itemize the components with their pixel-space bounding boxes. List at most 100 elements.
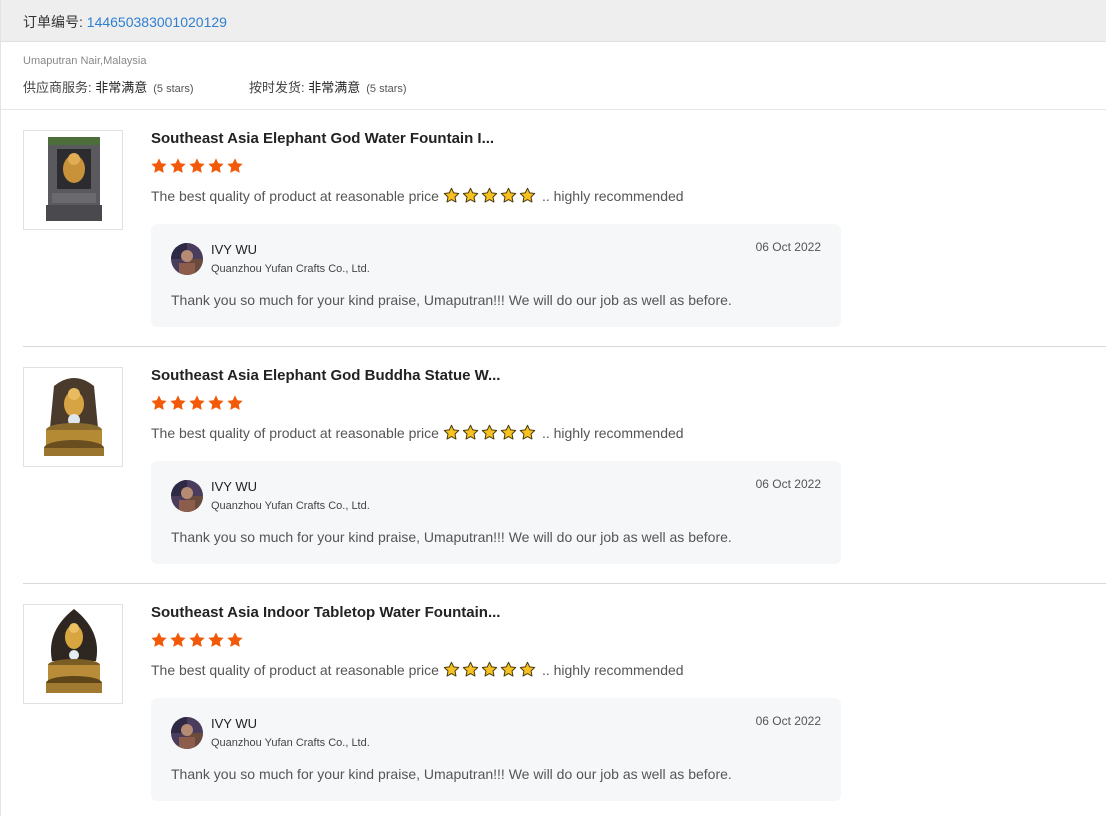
rating-star-icon — [226, 394, 244, 412]
star-shape-icon — [170, 158, 186, 173]
rating-star-icon — [188, 157, 206, 175]
review-item: Southeast Asia Elephant God Buddha Statu… — [1, 347, 1106, 584]
rating-star-icon — [150, 394, 168, 412]
order-number-label: 订单编号: — [23, 14, 87, 30]
star-shape-icon — [462, 424, 479, 440]
star-shape-icon — [227, 158, 243, 173]
comment-text-after: .. highly recommended — [541, 661, 684, 678]
review-rating-stars — [150, 157, 245, 177]
reply-company: Quanzhou Yufan Crafts Co., Ltd. — [211, 500, 370, 512]
comment-text-after: .. highly recommended — [541, 424, 684, 441]
reply-company: Quanzhou Yufan Crafts Co., Ltd. — [211, 737, 370, 749]
supplier-service-label: 供应商服务: — [23, 80, 96, 95]
star-shape-icon — [462, 187, 479, 203]
on-time-shipping-label: 按时发货: — [249, 80, 309, 95]
reply-date: 06 Oct 2022 — [755, 477, 821, 491]
star-shape-icon — [481, 187, 498, 203]
fountain-product-image-icon — [46, 609, 102, 693]
emoji-star-icon — [500, 187, 517, 204]
rating-star-icon — [207, 157, 225, 175]
on-time-shipping-value: 非常满意 — [308, 80, 361, 95]
star-shape-icon — [170, 395, 186, 410]
emoji-star-icon — [462, 661, 479, 678]
comment-text-before: The best quality of product at reasonabl… — [151, 661, 439, 678]
rating-star-icon — [226, 631, 244, 649]
seller-avatar — [171, 243, 203, 275]
product-thumbnail[interactable] — [23, 367, 123, 467]
buyer-name-country: Umaputran Nair,Malaysia — [23, 55, 147, 67]
comment-text-after: .. highly recommended — [541, 187, 684, 204]
review-panel: 订单编号: 144650383001020129 Umaputran Nair,… — [0, 0, 1106, 816]
review-rating-stars — [150, 394, 245, 414]
review-rating-stars — [150, 631, 245, 651]
seller-ratings: 供应商服务: 非常满意 (5 stars) 按时发货: 非常满意 (5 stars) — [23, 77, 407, 96]
rating-star-icon — [207, 631, 225, 649]
order-header: 订单编号: 144650383001020129 — [1, 0, 1106, 42]
avatar-image-icon — [171, 480, 203, 512]
star-shape-icon — [208, 158, 224, 173]
star-shape-icon — [443, 661, 460, 677]
reply-author-name: IVY WU — [211, 242, 257, 257]
emoji-star-icon — [462, 424, 479, 441]
star-shape-icon — [151, 395, 167, 410]
star-shape-icon — [443, 187, 460, 203]
star-shape-icon — [462, 661, 479, 677]
order-number-row: 订单编号: 144650383001020129 — [23, 12, 227, 32]
star-shape-icon — [151, 158, 167, 173]
reply-text: Thank you so much for your kind praise, … — [171, 292, 732, 308]
product-title[interactable]: Southeast Asia Elephant God Buddha Statu… — [151, 367, 500, 384]
fountain-product-image-icon — [46, 137, 102, 221]
review-comment: The best quality of product at reasonabl… — [151, 187, 684, 204]
supplier-service-stars: (5 stars) — [153, 83, 194, 95]
emoji-star-icon — [519, 424, 536, 441]
comment-emoji-stars — [443, 424, 538, 441]
star-shape-icon — [189, 632, 205, 647]
comment-emoji-stars — [443, 661, 538, 678]
comment-text-before: The best quality of product at reasonabl… — [151, 187, 439, 204]
emoji-star-icon — [481, 661, 498, 678]
star-shape-icon — [443, 424, 460, 440]
star-shape-icon — [227, 632, 243, 647]
rating-star-icon — [150, 157, 168, 175]
emoji-star-icon — [481, 187, 498, 204]
reply-text: Thank you so much for your kind praise, … — [171, 529, 732, 545]
emoji-star-icon — [500, 661, 517, 678]
seller-avatar — [171, 480, 203, 512]
emoji-star-icon — [462, 187, 479, 204]
emoji-star-icon — [500, 424, 517, 441]
fountain-product-image-icon — [44, 378, 104, 456]
star-shape-icon — [151, 632, 167, 647]
star-shape-icon — [208, 632, 224, 647]
emoji-star-icon — [481, 424, 498, 441]
review-item: Southeast Asia Indoor Tabletop Water Fou… — [1, 584, 1106, 816]
review-comment: The best quality of product at reasonabl… — [151, 424, 684, 441]
rating-star-icon — [150, 631, 168, 649]
review-comment: The best quality of product at reasonabl… — [151, 661, 684, 678]
product-thumbnail[interactable] — [23, 130, 123, 230]
comment-text-before: The best quality of product at reasonabl… — [151, 424, 439, 441]
rating-star-icon — [207, 394, 225, 412]
star-shape-icon — [500, 424, 517, 440]
star-shape-icon — [170, 632, 186, 647]
product-thumbnail[interactable] — [23, 604, 123, 704]
reply-date: 06 Oct 2022 — [755, 240, 821, 254]
avatar-image-icon — [171, 717, 203, 749]
rating-star-icon — [169, 631, 187, 649]
reply-date: 06 Oct 2022 — [755, 714, 821, 728]
seller-reply: IVY WU Quanzhou Yufan Crafts Co., Ltd. 0… — [151, 698, 841, 801]
order-number-link[interactable]: 144650383001020129 — [87, 14, 227, 30]
on-time-shipping-rating: 按时发货: 非常满意 (5 stars) — [249, 77, 407, 96]
star-shape-icon — [227, 395, 243, 410]
star-shape-icon — [519, 187, 536, 203]
star-shape-icon — [481, 424, 498, 440]
star-shape-icon — [500, 187, 517, 203]
product-title[interactable]: Southeast Asia Indoor Tabletop Water Fou… — [151, 604, 500, 621]
rating-star-icon — [188, 394, 206, 412]
star-shape-icon — [519, 661, 536, 677]
product-title[interactable]: Southeast Asia Elephant God Water Founta… — [151, 130, 494, 147]
seller-reply: IVY WU Quanzhou Yufan Crafts Co., Ltd. 0… — [151, 461, 841, 564]
emoji-star-icon — [519, 661, 536, 678]
reply-company: Quanzhou Yufan Crafts Co., Ltd. — [211, 263, 370, 275]
emoji-star-icon — [519, 187, 536, 204]
rating-star-icon — [226, 157, 244, 175]
